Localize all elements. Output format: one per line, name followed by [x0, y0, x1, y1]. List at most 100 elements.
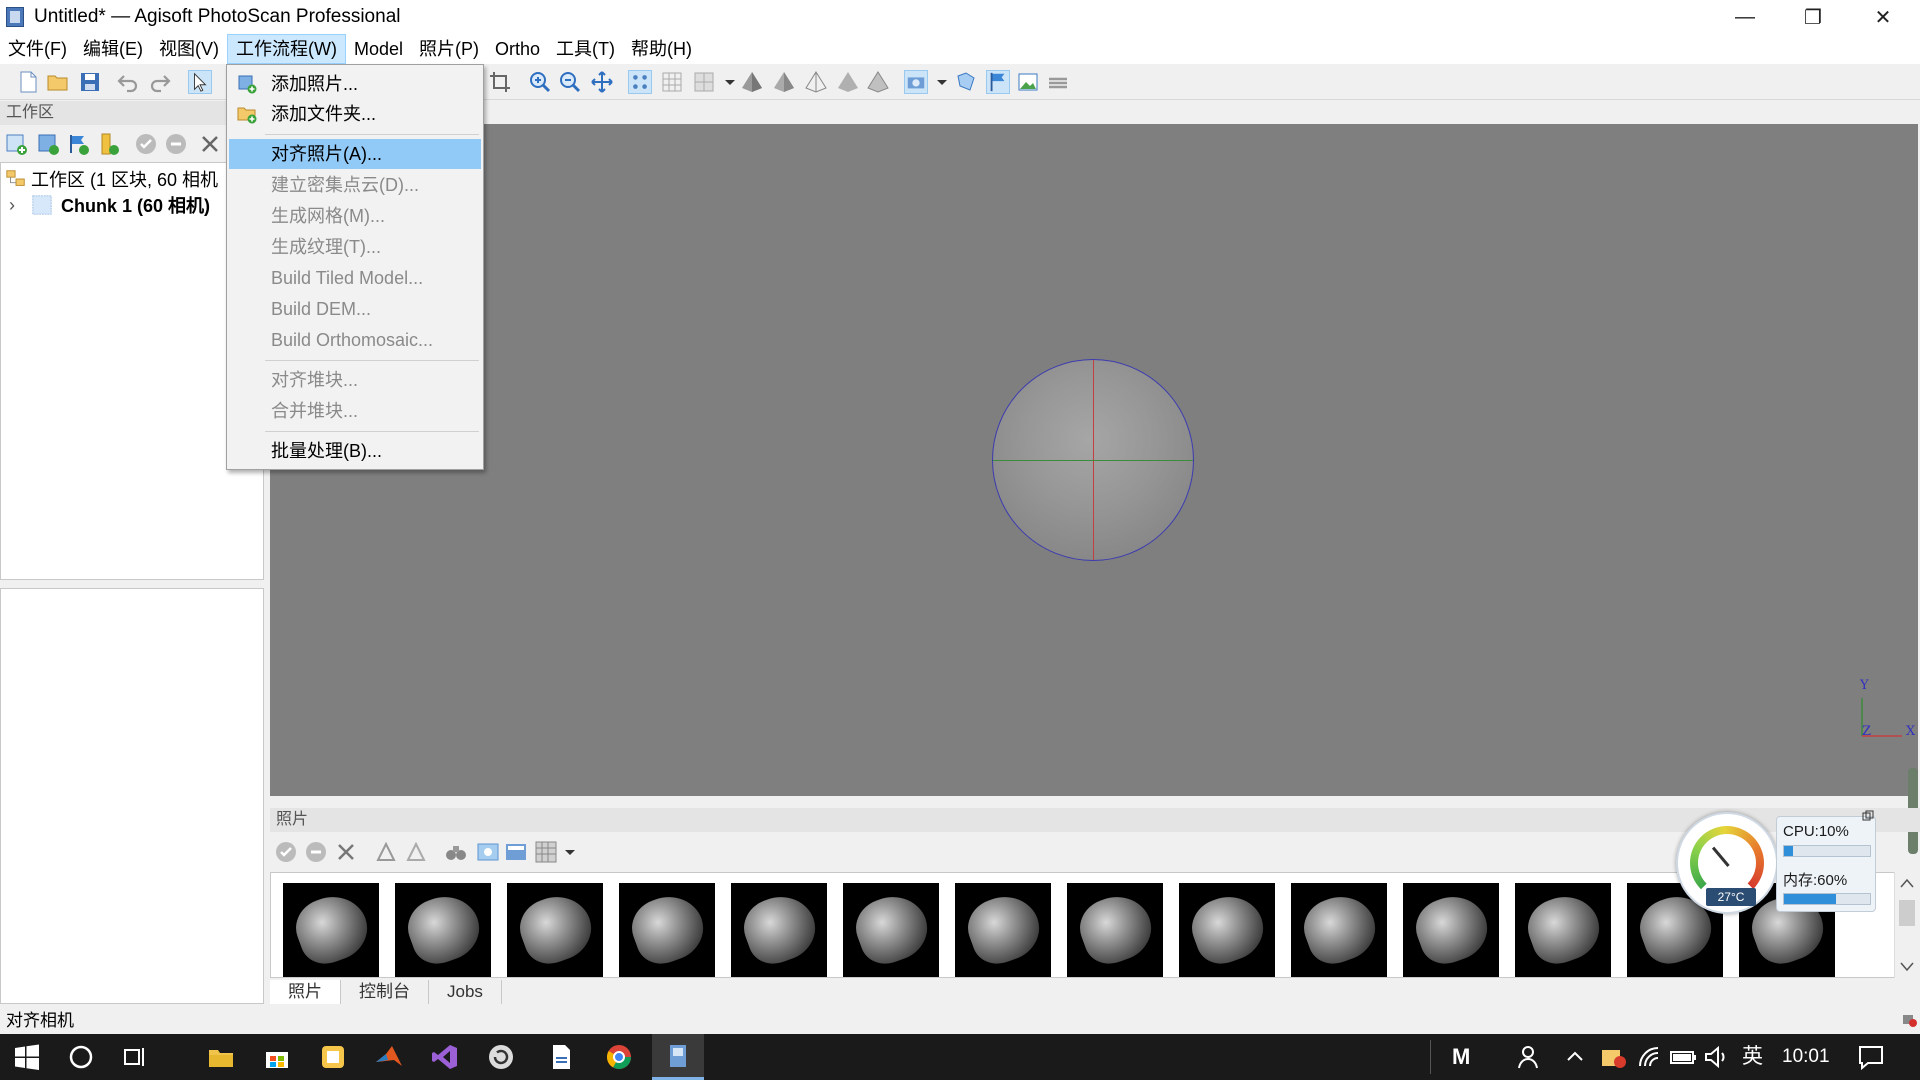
- menu-view[interactable]: 视图(V): [151, 34, 227, 64]
- menu-item-build-mesh[interactable]: 生成网格(M)...: [229, 201, 481, 231]
- thumbnail-grid-icon[interactable]: [534, 840, 558, 864]
- tab-console[interactable]: 控制台: [341, 980, 429, 1004]
- point-cloud-icon[interactable]: [628, 70, 652, 94]
- menu-item-align-photos[interactable]: 对齐照片(A)...: [229, 139, 481, 169]
- photo-thumbnail[interactable]: [507, 883, 603, 977]
- dense-cloud-icon[interactable]: [660, 70, 684, 94]
- menu-help[interactable]: 帮助(H): [623, 34, 700, 64]
- wireframe-model-icon[interactable]: [804, 70, 828, 94]
- chevron-down-icon[interactable]: [558, 840, 582, 864]
- remove-x-icon[interactable]: [334, 840, 358, 864]
- refresh-app-icon[interactable]: [486, 1042, 516, 1072]
- add-scalebar-icon[interactable]: [96, 132, 120, 156]
- menu-item-merge-chunks[interactable]: 合并堆块...: [229, 396, 481, 426]
- photo-thumbnail[interactable]: [1403, 883, 1499, 977]
- clock[interactable]: 10:01: [1782, 1034, 1830, 1080]
- minimize-button[interactable]: —: [1710, 0, 1780, 34]
- image-icon[interactable]: [1016, 70, 1040, 94]
- chevron-right-icon[interactable]: ›: [9, 195, 31, 216]
- menu-item-build-tiled-model[interactable]: Build Tiled Model...: [229, 263, 481, 293]
- tab-photos[interactable]: 照片: [270, 980, 341, 1004]
- chevron-up-icon[interactable]: [1560, 1042, 1590, 1072]
- photoscan-taskbar-button[interactable]: [652, 1034, 704, 1080]
- close-button[interactable]: ✕: [1848, 0, 1918, 34]
- zoom-out-icon[interactable]: [558, 70, 582, 94]
- tree-root[interactable]: 工作区 (1 区块, 60 相机: [5, 167, 218, 191]
- camera-icon[interactable]: [904, 70, 928, 94]
- textured-model-icon[interactable]: [836, 70, 860, 94]
- select-pointer-icon[interactable]: [188, 70, 212, 94]
- tree-chunk[interactable]: › Chunk 1 (60 相机): [9, 193, 210, 217]
- menu-item-build-dem[interactable]: Build DEM...: [229, 294, 481, 324]
- add-chunk-icon[interactable]: [4, 132, 28, 156]
- photo-thumbnail[interactable]: [1179, 883, 1275, 977]
- photo-thumbnail[interactable]: [395, 883, 491, 977]
- menu-item-build-dense-cloud[interactable]: 建立密集点云(D)...: [229, 170, 481, 200]
- maximize-button[interactable]: ❐: [1778, 0, 1848, 34]
- mask-icon[interactable]: [504, 840, 528, 864]
- menu-ortho[interactable]: Ortho: [487, 34, 548, 64]
- disable-minus-icon[interactable]: [304, 840, 328, 864]
- disable-minus-icon[interactable]: [164, 132, 188, 156]
- photo-thumbnail[interactable]: [1515, 883, 1611, 977]
- photo-thumbnail[interactable]: [1067, 883, 1163, 977]
- volume-icon[interactable]: [1702, 1042, 1732, 1072]
- menu-tools[interactable]: 工具(T): [548, 34, 623, 64]
- windows-start-icon[interactable]: [12, 1042, 42, 1072]
- new-document-icon[interactable]: [16, 70, 40, 94]
- puzzle-app-icon[interactable]: [318, 1042, 348, 1072]
- notification-icon[interactable]: [1856, 1042, 1886, 1072]
- menu-photos[interactable]: 照片(P): [411, 34, 487, 64]
- menu-edit[interactable]: 编辑(E): [75, 34, 151, 64]
- tray-m-label[interactable]: M: [1452, 1034, 1470, 1080]
- rotate-right-icon[interactable]: [404, 840, 428, 864]
- menu-item-align-chunks[interactable]: 对齐堆块...: [229, 365, 481, 395]
- tiled-model-icon[interactable]: [866, 70, 890, 94]
- menu-item-build-texture[interactable]: 生成纹理(T)...: [229, 232, 481, 262]
- marker-flag-icon[interactable]: [986, 70, 1010, 94]
- document-app-icon[interactable]: [546, 1042, 576, 1072]
- enable-check-icon[interactable]: [134, 132, 158, 156]
- scroll-down-icon[interactable]: [1899, 960, 1915, 974]
- photo-thumbnail[interactable]: [955, 883, 1051, 977]
- photo-thumbnail[interactable]: [731, 883, 827, 977]
- open-folder-icon[interactable]: [46, 70, 70, 94]
- chevron-down-icon[interactable]: [718, 70, 742, 94]
- camera-view-icon[interactable]: [476, 840, 500, 864]
- photos-scrollbar[interactable]: [1894, 872, 1918, 978]
- menu-item-batch-process[interactable]: 批量处理(B)...: [229, 436, 481, 466]
- system-monitor-widget[interactable]: 27°C CPU:10% 内存:60%: [1676, 810, 1878, 920]
- matlab-icon[interactable]: [374, 1042, 404, 1072]
- tiled-grid-icon[interactable]: [692, 70, 716, 94]
- shape-icon[interactable]: [954, 70, 978, 94]
- pan-move-icon[interactable]: [590, 70, 614, 94]
- photo-thumbnail[interactable]: [283, 883, 379, 977]
- photo-thumbnail[interactable]: [843, 883, 939, 977]
- menu-item-add-folder[interactable]: 添加文件夹...: [229, 99, 481, 129]
- battery-icon[interactable]: [1668, 1042, 1698, 1072]
- file-explorer-icon[interactable]: [206, 1042, 236, 1072]
- wifi-icon[interactable]: [1636, 1042, 1666, 1072]
- menu-model[interactable]: Model: [346, 34, 411, 64]
- add-photos-icon[interactable]: [36, 132, 60, 156]
- task-view-icon[interactable]: [120, 1042, 150, 1072]
- chrome-icon[interactable]: [604, 1042, 634, 1072]
- ime-indicator[interactable]: 英: [1742, 1034, 1763, 1080]
- crop-icon[interactable]: [488, 70, 512, 94]
- tray-app-icon[interactable]: [1598, 1042, 1628, 1072]
- menu-item-build-orthomosaic[interactable]: Build Orthomosaic...: [229, 325, 481, 355]
- menu-item-add-photos[interactable]: 添加照片...: [229, 69, 481, 99]
- zoom-in-icon[interactable]: [528, 70, 552, 94]
- undo-icon[interactable]: [116, 70, 140, 94]
- layers-icon[interactable]: [1046, 70, 1070, 94]
- scroll-thumb[interactable]: [1899, 900, 1915, 926]
- redo-icon[interactable]: [148, 70, 172, 94]
- rotate-left-icon[interactable]: [374, 840, 398, 864]
- save-icon[interactable]: [78, 70, 102, 94]
- menu-file[interactable]: 文件(F): [0, 34, 75, 64]
- people-icon[interactable]: [1516, 1042, 1546, 1072]
- visual-studio-icon[interactable]: [430, 1042, 460, 1072]
- binoculars-icon[interactable]: [444, 840, 468, 864]
- chevron-down-icon[interactable]: [930, 70, 954, 94]
- scroll-up-icon[interactable]: [1899, 876, 1915, 890]
